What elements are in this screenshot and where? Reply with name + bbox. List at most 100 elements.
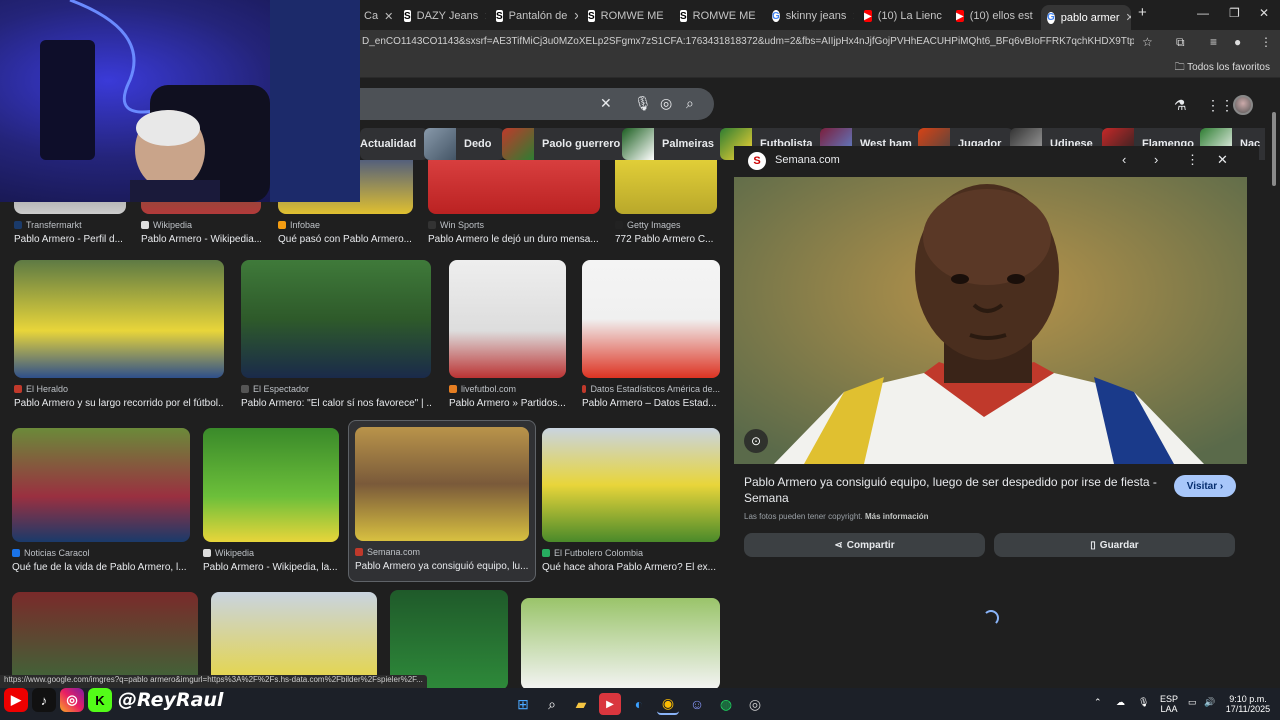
result-caption[interactable]: Pablo Armero – Datos Estad... (582, 398, 720, 409)
profile-icon[interactable]: ● (1234, 35, 1241, 49)
file-explorer-icon[interactable]: ▰ (570, 693, 592, 715)
page-scrollbar[interactable] (1270, 104, 1278, 684)
new-tab-icon[interactable]: + (1138, 4, 1147, 21)
language-indicator[interactable]: ESP LAA (1160, 694, 1178, 714)
restore-icon[interactable]: ❐ (1229, 6, 1240, 20)
all-bookmarks[interactable]: 🗀 Todos los favoritos (1175, 60, 1270, 77)
chip[interactable]: Paolo guerrero (502, 128, 633, 160)
more-info-link[interactable]: Más información (865, 512, 929, 521)
search-icon[interactable]: ⌕ (686, 95, 694, 112)
image-result[interactable]: Getty Images 772 Pablo Armero C... (615, 160, 717, 245)
media-app-icon[interactable]: ▶ (599, 693, 621, 715)
result-caption[interactable]: Pablo Armero: "El calor sí nos favorece"… (241, 398, 431, 409)
close-tab-icon[interactable]: ✕ (478, 10, 486, 23)
chip[interactable]: Dedo (424, 128, 504, 160)
chip[interactable]: Actualidad (360, 128, 429, 160)
browser-tab[interactable]: S ROMWE ME✕ (674, 5, 762, 27)
preview-title[interactable]: Pablo Armero ya consiguió equipo, luego … (744, 474, 1162, 506)
close-tab-icon[interactable]: ✕ (1033, 10, 1038, 23)
obs-icon[interactable]: ◎ (744, 693, 766, 715)
share-label: Compartir (846, 539, 895, 551)
close-tab-icon[interactable]: ✕ (846, 10, 854, 23)
close-tab-icon[interactable]: ✕ (756, 10, 763, 23)
result-caption[interactable]: Pablo Armero y su largo recorrido por el… (14, 398, 224, 409)
result-caption[interactable]: Pablo Armero - Perfil d... (14, 234, 126, 245)
visit-button[interactable]: Visitar › (1174, 475, 1236, 497)
source-name: livefutbol.com (461, 384, 517, 394)
image-result[interactable]: El Futbolero Colombia Qué hace ahora Pab… (542, 428, 720, 573)
tab-title: (10) ellos est (969, 10, 1033, 22)
close-tab-icon[interactable]: ✕ (378, 10, 393, 23)
spotify-icon[interactable]: ◍ (715, 693, 737, 715)
close-tab-icon[interactable]: ✕ (664, 10, 671, 23)
windows-start-icon[interactable]: ⊞ (512, 693, 534, 715)
close-tab-icon[interactable]: ✕ (567, 10, 578, 23)
scrollbar-thumb[interactable] (1272, 112, 1276, 186)
minimize-icon[interactable]: — (1197, 6, 1209, 20)
more-options-icon[interactable]: ⋮ (1186, 152, 1199, 168)
preview-image[interactable]: ⊙ (734, 177, 1247, 464)
lens-icon[interactable]: ◎ (660, 95, 672, 112)
save-button[interactable]: ▯ Guardar (994, 533, 1235, 557)
close-tab-icon[interactable]: ✕ (942, 10, 946, 23)
tab-title: ROMWE ME (692, 10, 756, 22)
result-caption[interactable]: Pablo Armero le dejó un duro mensa... (428, 234, 600, 245)
url-field[interactable]: D_enCO1143CO1143&sxsrf=AE3TifMiCj3u0MZoX… (362, 36, 1134, 47)
search-icon[interactable]: ⌕ (541, 693, 563, 715)
image-result[interactable]: Wikipedia Pablo Armero - Wikipedia, la..… (203, 428, 339, 573)
chevron-left-icon[interactable]: ‹ (1122, 152, 1126, 167)
chevron-up-icon[interactable]: ⌃ (1094, 697, 1102, 707)
lens-search-icon[interactable]: ⊙ (744, 429, 768, 453)
shein-icon: S (496, 10, 503, 22)
chip[interactable]: Palmeiras (622, 128, 726, 160)
edge-icon[interactable]: ◐ (628, 693, 650, 715)
preview-site-name[interactable]: Semana.com (775, 154, 840, 166)
image-result[interactable]: El Heraldo Pablo Armero y su largo recor… (14, 260, 224, 409)
result-caption[interactable]: 772 Pablo Armero C... (615, 234, 717, 245)
result-caption[interactable]: Qué hace ahora Pablo Armero? El ex... (542, 562, 720, 573)
image-result-selected[interactable]: Semana.com Pablo Armero ya consiguió equ… (348, 420, 536, 582)
avatar[interactable] (1233, 95, 1253, 115)
apps-icon[interactable]: ⋮⋮ (1206, 97, 1234, 114)
close-tab-icon[interactable]: ✕ (1119, 11, 1131, 24)
browser-tab[interactable]: ▶ (10) La Lienc✕ (858, 5, 946, 27)
result-caption[interactable]: Pablo Armero ya consiguió equipo, lu... (355, 561, 529, 572)
labs-icon[interactable]: ⚗ (1174, 97, 1187, 114)
browser-tab[interactable]: S ROMWE ME✕ (582, 5, 670, 27)
browser-tab[interactable]: ▶ (10) ellos est✕ (950, 5, 1038, 27)
discord-icon[interactable]: ☺ (686, 693, 708, 715)
image-result[interactable]: livefutbol.com Pablo Armero » Partidos..… (449, 260, 566, 409)
chrome-icon[interactable]: ◉ (657, 693, 679, 715)
clock[interactable]: 9:10 p.m. 17/11/2025 (1222, 694, 1274, 714)
result-caption[interactable]: Pablo Armero - Wikipedia, la... (203, 562, 339, 573)
clear-icon[interactable]: ✕ (600, 95, 612, 112)
result-caption[interactable]: Pablo Armero - Wikipedia... (141, 234, 261, 245)
browser-tab-active[interactable]: Gpablo armer ✕ (1041, 5, 1131, 30)
share-button[interactable]: ⋖ Compartir (744, 533, 985, 557)
result-caption[interactable]: Qué pasó con Pablo Armero... (278, 234, 413, 245)
browser-tab[interactable]: S DAZY Jeans✕ (398, 5, 486, 27)
browser-tab[interactable]: Ca ✕ (358, 5, 394, 27)
browser-tab[interactable]: Gskinny jeans✕ (766, 5, 854, 27)
menu-icon[interactable]: ⋮ (1260, 35, 1272, 49)
volume-icon[interactable]: 🔊 (1204, 697, 1215, 707)
image-result[interactable]: El Espectador Pablo Armero: "El calor sí… (241, 260, 431, 409)
search-box[interactable]: ✕ 🎙 ◎ ⌕ (360, 88, 714, 120)
image-result[interactable]: Noticias Caracol Qué fue de la vida de P… (12, 428, 190, 573)
browser-tab[interactable]: S Pantalón de✕ (490, 5, 578, 27)
image-result[interactable]: Win Sports Pablo Armero le dejó un duro … (428, 160, 600, 245)
chevron-right-icon[interactable]: › (1154, 152, 1158, 167)
image-result[interactable]: Datos Estadísticos América de... Pablo A… (582, 260, 720, 409)
image-result[interactable] (521, 598, 720, 690)
extensions-icon[interactable]: ⧉ (1176, 35, 1185, 50)
cloud-icon[interactable]: ☁ (1116, 697, 1125, 707)
media-icon[interactable]: ≡ (1210, 35, 1217, 49)
star-icon[interactable]: ☆ (1142, 35, 1153, 49)
result-caption[interactable]: Pablo Armero » Partidos... (449, 398, 566, 409)
close-window-icon[interactable]: ✕ (1259, 6, 1269, 20)
mic-icon[interactable]: 🎙 (1138, 697, 1149, 707)
result-caption[interactable]: Qué fue de la vida de Pablo Armero, l... (12, 562, 190, 573)
close-icon[interactable]: ✕ (1217, 152, 1228, 168)
mic-icon[interactable]: 🎙 (634, 95, 652, 112)
network-icon[interactable]: ▭ (1188, 697, 1197, 707)
